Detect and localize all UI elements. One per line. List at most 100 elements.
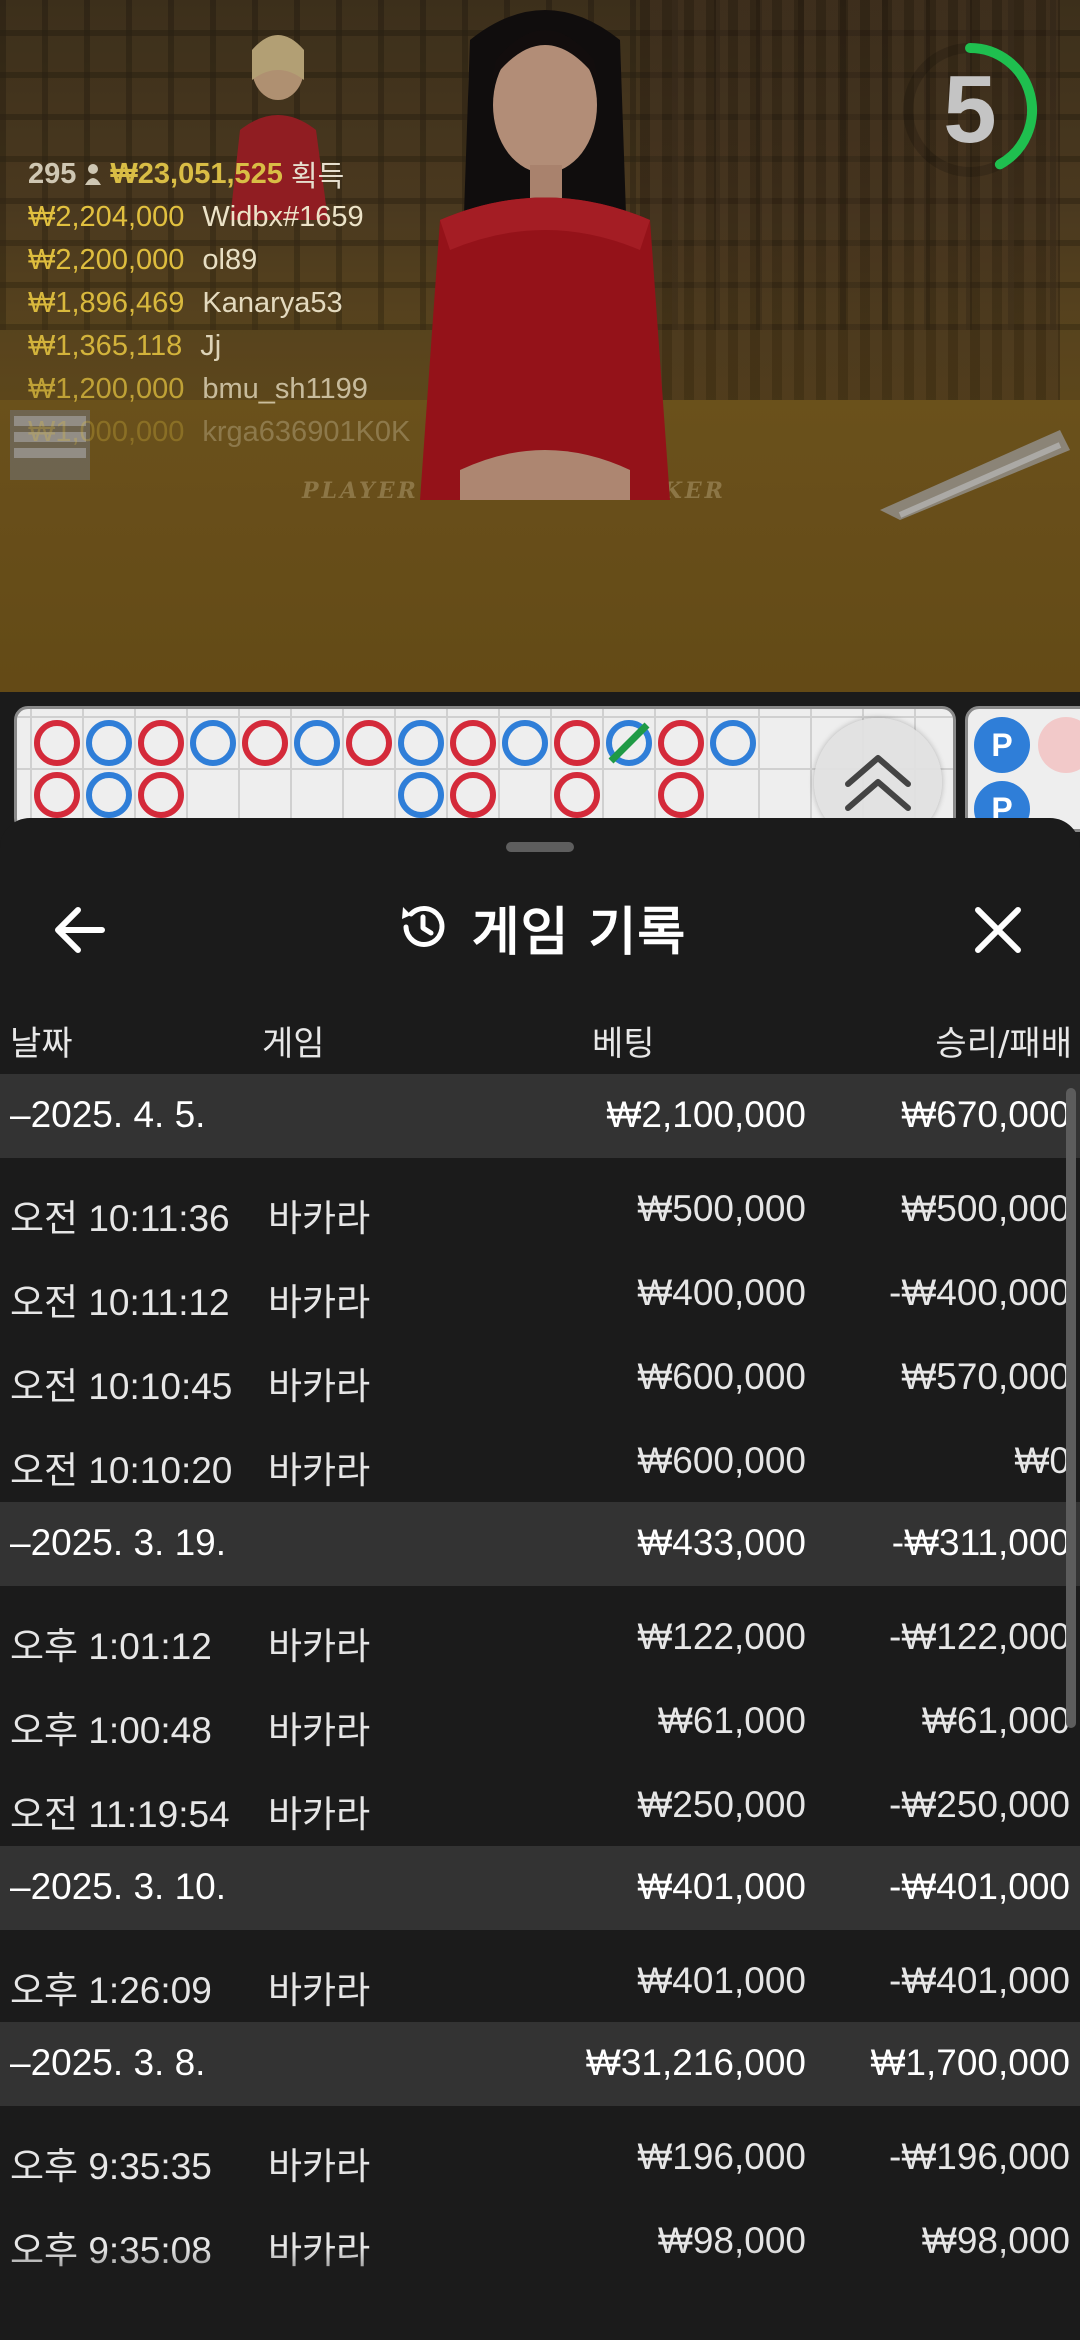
group-bet: ₩2,100,000 [606, 1094, 806, 1135]
row-time: 오후 9:35:08 [10, 2230, 212, 2271]
row-time: 오후 9:35:35 [10, 2146, 212, 2187]
sheet-header: 게임 기록 [0, 862, 1080, 992]
row-result: ₩570,000 [901, 1356, 1070, 1397]
road-banker-mark [346, 720, 392, 766]
row-time: 오전 10:11:12 [10, 1282, 230, 1323]
row-bet: ₩401,000 [637, 1960, 806, 2001]
history-icon [401, 905, 445, 947]
arrow-left-icon [55, 907, 105, 953]
row-result: ₩500,000 [901, 1188, 1070, 1229]
winners-label: 획득 [290, 161, 345, 193]
road-player-mark [294, 720, 340, 766]
row-time: 오전 10:11:36 [10, 1198, 230, 1239]
row-result: -₩122,000 [889, 1616, 1070, 1657]
row-time: 오전 11:19:54 [10, 1794, 230, 1835]
history-row[interactable]: 오전 10:11:12 바카라 ₩400,000 -₩400,000 [0, 1250, 1080, 1334]
countdown-timer: 5 [900, 40, 1040, 180]
row-bet: ₩122,000 [637, 1616, 806, 1657]
back-button[interactable] [52, 902, 112, 958]
row-result: ₩61,000 [921, 1700, 1070, 1741]
row-bet: ₩250,000 [637, 1784, 806, 1825]
row-time: 오전 10:10:45 [10, 1366, 233, 1407]
row-game: 바카라 [268, 1198, 371, 1239]
table-header: 날짜 게임 베팅 승리/패배 [0, 996, 1080, 1076]
winner-row: ₩1,000,000 krga636901K0K [28, 411, 410, 454]
history-row[interactable]: 오후 9:35:35 바카라 ₩196,000 -₩196,000 [0, 2114, 1080, 2198]
column-game: 게임 [262, 1024, 325, 1064]
road-banker-mark [554, 720, 600, 766]
history-row[interactable]: 오전 10:11:36 바카라 ₩500,000 ₩500,000 [0, 1166, 1080, 1250]
winner-amount: ₩1,365,118 [28, 330, 183, 362]
row-bet: ₩196,000 [637, 2136, 806, 2177]
row-time: 오후 1:01:12 [10, 1626, 212, 1667]
history-row[interactable]: 오전 11:19:54 바카라 ₩250,000 -₩250,000 [0, 1762, 1080, 1846]
winners-summary: 295 ₩23,051,525 획득 [28, 152, 410, 196]
row-bet: ₩500,000 [637, 1188, 806, 1229]
close-icon [975, 907, 1021, 953]
row-game: 바카라 [268, 1282, 371, 1323]
road-banker-mark [34, 772, 80, 818]
road-banker-mark [554, 772, 600, 818]
date-group-row[interactable]: –2025. 3. 19. ₩433,000 -₩311,000 [0, 1502, 1080, 1586]
history-row[interactable]: 오후 9:35:08 바카라 ₩98,000 ₩98,000 [0, 2198, 1080, 2282]
group-date: –2025. 3. 8. [10, 2042, 206, 2083]
road-banker-mark [242, 720, 288, 766]
group-bet: ₩433,000 [637, 1522, 806, 1563]
winner-amount: ₩2,204,000 [28, 201, 185, 233]
row-result: -₩196,000 [889, 2136, 1070, 2177]
history-row[interactable]: 오전 10:10:20 바카라 ₩600,000 ₩0 [0, 1418, 1080, 1502]
row-bet: ₩61,000 [657, 1700, 806, 1741]
sheet-drag-handle[interactable] [506, 842, 574, 852]
row-game: 바카라 [268, 1450, 371, 1491]
row-result: ₩0 [1014, 1440, 1071, 1481]
bead-player: P [974, 717, 1030, 773]
bead-road-scoreboard[interactable]: P P [965, 706, 1080, 832]
group-date: –2025. 3. 10. [10, 1866, 227, 1907]
group-bet: ₩401,000 [637, 1866, 806, 1907]
bead-banker [1038, 717, 1080, 773]
row-time: 오전 10:10:20 [10, 1450, 233, 1491]
list-scrollbar[interactable] [1066, 1088, 1076, 1728]
row-result: -₩401,000 [889, 1960, 1070, 2001]
winner-name: bmu_sh1199 [202, 373, 368, 405]
road-player-mark [190, 720, 236, 766]
group-result: ₩1,700,000 [870, 2042, 1070, 2083]
winner-name: ol89 [202, 244, 258, 276]
history-row[interactable]: 오후 1:01:12 바카라 ₩122,000 -₩122,000 [0, 1594, 1080, 1678]
live-video: PLAYER BANKER 5 295 [0, 0, 1080, 692]
winner-name: Jj [200, 330, 222, 362]
road-banker-mark [450, 772, 496, 818]
row-result: -₩250,000 [889, 1784, 1070, 1825]
row-game: 바카라 [268, 1970, 371, 2011]
road-banker-mark [658, 720, 704, 766]
date-group-row[interactable]: –2025. 3. 10. ₩401,000 -₩401,000 [0, 1846, 1080, 1930]
history-row[interactable]: 오후 1:26:09 바카라 ₩401,000 -₩401,000 [0, 1938, 1080, 2022]
row-result: -₩400,000 [889, 1272, 1070, 1313]
timer-value: 5 [943, 56, 997, 163]
road-banker-mark [138, 772, 184, 818]
road-player-mark [86, 772, 132, 818]
road-banker-mark [34, 720, 80, 766]
close-button[interactable] [968, 900, 1028, 960]
winner-row: ₩2,200,000 ol89 [28, 239, 410, 282]
winner-amount: ₩1,200,000 [28, 373, 185, 405]
big-road-grid [17, 709, 953, 829]
group-date: –2025. 3. 19. [10, 1522, 227, 1563]
date-group-row[interactable]: –2025. 4. 5. ₩2,100,000 ₩670,000 [0, 1074, 1080, 1158]
winner-amount: ₩1,000,000 [28, 416, 185, 448]
column-result: 승리/패배 [935, 1024, 1072, 1064]
row-game: 바카라 [268, 2230, 371, 2271]
winner-row: ₩1,365,118 Jj [28, 325, 410, 368]
road-player-mark [710, 720, 756, 766]
row-bet: ₩98,000 [657, 2220, 806, 2261]
row-time: 오후 1:00:48 [10, 1710, 212, 1751]
road-banker-mark [450, 720, 496, 766]
column-bet: 베팅 [592, 1024, 655, 1064]
road-player-mark [86, 720, 132, 766]
row-game: 바카라 [268, 2146, 371, 2187]
winner-row: ₩2,204,000 Widbx#1659 [28, 196, 410, 239]
history-row[interactable]: 오전 10:10:45 바카라 ₩600,000 ₩570,000 [0, 1334, 1080, 1418]
date-group-row[interactable]: –2025. 3. 8. ₩31,216,000 ₩1,700,000 [0, 2022, 1080, 2106]
group-result: -₩401,000 [889, 1866, 1070, 1907]
history-row[interactable]: 오후 1:00:48 바카라 ₩61,000 ₩61,000 [0, 1678, 1080, 1762]
